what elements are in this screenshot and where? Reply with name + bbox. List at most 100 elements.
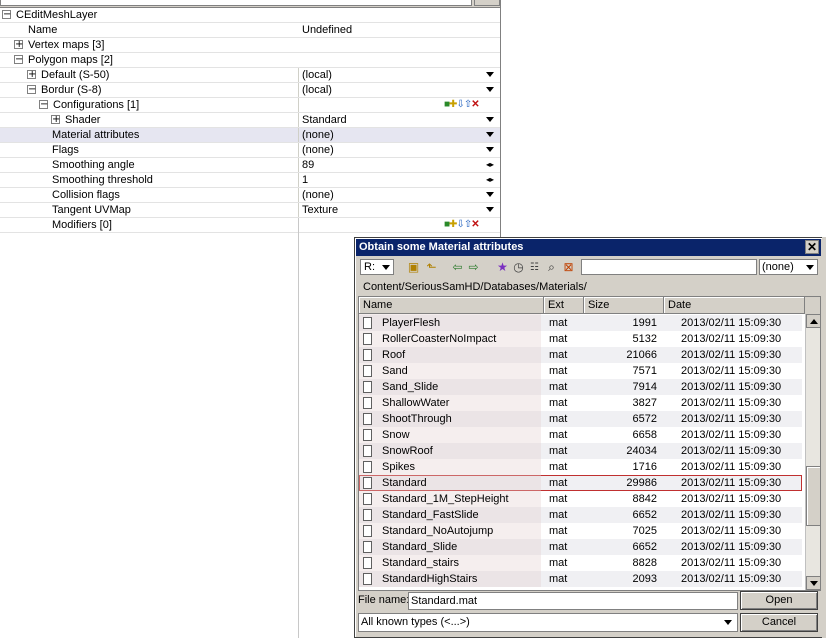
file-row[interactable]: SnowRoof mat 24034 2013/02/11 15:09:30	[359, 443, 802, 459]
column-header-ext[interactable]: Ext	[544, 297, 584, 314]
file-row[interactable]: PlayerFlesh mat 1991 2013/02/11 15:09:30	[359, 315, 802, 331]
dropdown-arrow-icon[interactable]	[486, 147, 494, 152]
delete-item-icon[interactable]: ✕	[471, 219, 479, 230]
file-row[interactable]: ShallowWater mat 3827 2013/02/11 15:09:30	[359, 395, 802, 411]
property-row[interactable]: Modifiers [0] ■✚⇩⇧✕	[0, 218, 500, 233]
expand-icon[interactable]: +	[14, 40, 23, 50]
chevron-down-icon	[382, 265, 390, 270]
type-filter-select[interactable]: (none)	[759, 259, 818, 275]
back-arrow-icon[interactable]: ⇦	[450, 260, 465, 275]
scroll-thumb[interactable]	[806, 466, 820, 526]
file-icon	[363, 461, 372, 473]
file-name: RollerCoasterNoImpact	[382, 333, 497, 345]
property-row[interactable]: − CEditMeshLayer	[0, 8, 500, 23]
dropdown-arrow-icon[interactable]	[486, 192, 494, 197]
property-row[interactable]: + Shader Standard	[0, 113, 500, 128]
file-row[interactable]: StandardHighStairs mat 2093 2013/02/11 15:0…	[359, 571, 802, 587]
file-row[interactable]: Standard_stairs mat 8828 2013/02/11 15:09:3…	[359, 555, 802, 571]
column-header-name[interactable]: Name	[359, 297, 544, 314]
property-row[interactable]: Collision flags (none)	[0, 188, 500, 203]
property-value-cell[interactable]	[298, 158, 501, 172]
file-date: 2013/02/11 15:09:30	[681, 461, 782, 473]
file-name: ShootThrough	[382, 413, 452, 425]
close-icon[interactable]: ✕	[805, 240, 819, 254]
dropdown-arrow-icon[interactable]	[486, 207, 494, 212]
property-row[interactable]: + Default (S-50) (local)	[0, 68, 500, 83]
filter-icon[interactable]: ⊠	[561, 260, 576, 275]
collapse-icon[interactable]: −	[39, 100, 48, 110]
dropdown-arrow-icon[interactable]	[486, 87, 494, 92]
file-types-select[interactable]: All known types (<...>)	[358, 613, 738, 632]
move-down-icon[interactable]: ⇩	[456, 219, 464, 230]
file-row[interactable]: Spikes mat 1716 2013/02/11 15:09:30	[359, 459, 802, 475]
property-row[interactable]: − Configurations [1] ■✚⇩⇧✕	[0, 98, 500, 113]
file-row[interactable]: Sand_Slide mat 7914 2013/02/11 15:09:30	[359, 379, 802, 395]
expand-icon[interactable]: +	[51, 115, 60, 125]
file-row[interactable]: RollerCoasterNoImpact mat 5132 2013/02/11 1…	[359, 331, 802, 347]
top-scrollbar-button[interactable]	[474, 0, 500, 6]
file-ext: mat	[549, 493, 568, 505]
property-name: Bordur (S-8)	[41, 84, 102, 96]
property-row[interactable]: + Vertex maps [3]	[0, 38, 500, 53]
property-row[interactable]: − Polygon maps [2]	[0, 53, 500, 68]
property-row[interactable]: − Bordur (S-8) (local)	[0, 83, 500, 98]
dropdown-arrow-icon[interactable]	[486, 117, 494, 122]
spin-arrows-icon[interactable]: ◂▸	[486, 160, 494, 170]
property-row[interactable]: Name Undefined	[0, 23, 500, 38]
property-row[interactable]: Smoothing angle 89 ◂▸	[0, 158, 500, 173]
property-value: 1	[302, 174, 309, 186]
file-ext: mat	[549, 365, 568, 377]
file-row[interactable]: Standard_Slide mat 6652 2013/02/11 15:09:30	[359, 539, 802, 555]
file-row[interactable]: Standard_1M_StepHeight mat 8842 2013/02/11 …	[359, 491, 802, 507]
file-row[interactable]: Roof mat 21066 2013/02/11 15:09:30	[359, 347, 802, 363]
dropdown-arrow-icon[interactable]	[486, 72, 494, 77]
property-row[interactable]: Tangent UVMap Texture	[0, 203, 500, 218]
file-row-selected[interactable]: Standard mat 29986 2013/02/11 15:09:30	[359, 475, 802, 491]
file-size: 7025	[632, 525, 657, 537]
column-header-size[interactable]: Size	[584, 297, 664, 314]
file-icon	[363, 365, 372, 377]
forward-arrow-icon[interactable]: ⇨	[466, 260, 481, 275]
property-row[interactable]: Smoothing threshold 1 ◂▸	[0, 173, 500, 188]
search-icon[interactable]: ⌕	[544, 260, 559, 275]
file-ext: mat	[549, 573, 568, 585]
delete-item-icon[interactable]: ✕	[471, 99, 479, 110]
collapse-icon[interactable]: −	[2, 10, 11, 20]
top-scrollbar[interactable]	[0, 0, 500, 8]
scroll-up-button[interactable]	[806, 314, 820, 328]
details-view-icon[interactable]: ☷	[527, 260, 542, 275]
favorites-star-icon[interactable]: ★	[495, 260, 510, 275]
file-row[interactable]: ShootThrough mat 6572 2013/02/11 15:09:30	[359, 411, 802, 427]
move-down-icon[interactable]: ⇩	[456, 99, 464, 110]
spin-arrows-icon[interactable]: ◂▸	[486, 175, 494, 185]
file-name-input[interactable]: Standard.mat	[408, 592, 738, 610]
scroll-down-button[interactable]	[806, 576, 820, 590]
expand-icon[interactable]: +	[27, 70, 36, 80]
new-folder-icon[interactable]: ▣	[406, 260, 421, 275]
window-edge	[822, 237, 826, 638]
collapse-icon[interactable]: −	[14, 55, 23, 65]
property-value-cell[interactable]	[298, 173, 501, 187]
cancel-button[interactable]: Cancel	[740, 613, 818, 632]
file-name: Snow	[382, 429, 410, 441]
file-row[interactable]: Snow mat 6658 2013/02/11 15:09:30	[359, 427, 802, 443]
parent-folder-icon[interactable]: ⬑	[424, 260, 439, 275]
open-button[interactable]: Open	[740, 591, 818, 610]
history-clock-icon[interactable]: ◷	[511, 260, 526, 275]
column-divider[interactable]	[298, 218, 299, 638]
file-row[interactable]: Standard_NoAutojump mat 7025 2013/02/11 15:…	[359, 523, 802, 539]
dialog-title-bar[interactable]: Obtain some Material attributes ✕	[356, 239, 821, 256]
column-header-date[interactable]: Date	[664, 297, 805, 314]
filter-input[interactable]	[581, 259, 757, 275]
file-row[interactable]: Sand mat 7571 2013/02/11 15:09:30	[359, 363, 802, 379]
file-row[interactable]: Standard_FastSlide mat 6652 2013/02/11 15:0…	[359, 507, 802, 523]
property-row[interactable]: Material attributes (none)	[0, 128, 500, 143]
file-ext: mat	[549, 317, 568, 329]
drive-select[interactable]: R:	[360, 259, 394, 275]
property-name: Polygon maps [2]	[28, 54, 113, 66]
vertical-scrollbar[interactable]	[805, 314, 820, 590]
property-row[interactable]: Flags (none)	[0, 143, 500, 158]
collapse-icon[interactable]: −	[27, 85, 36, 95]
file-name: Standard	[382, 477, 427, 489]
dropdown-arrow-icon[interactable]	[486, 132, 494, 137]
